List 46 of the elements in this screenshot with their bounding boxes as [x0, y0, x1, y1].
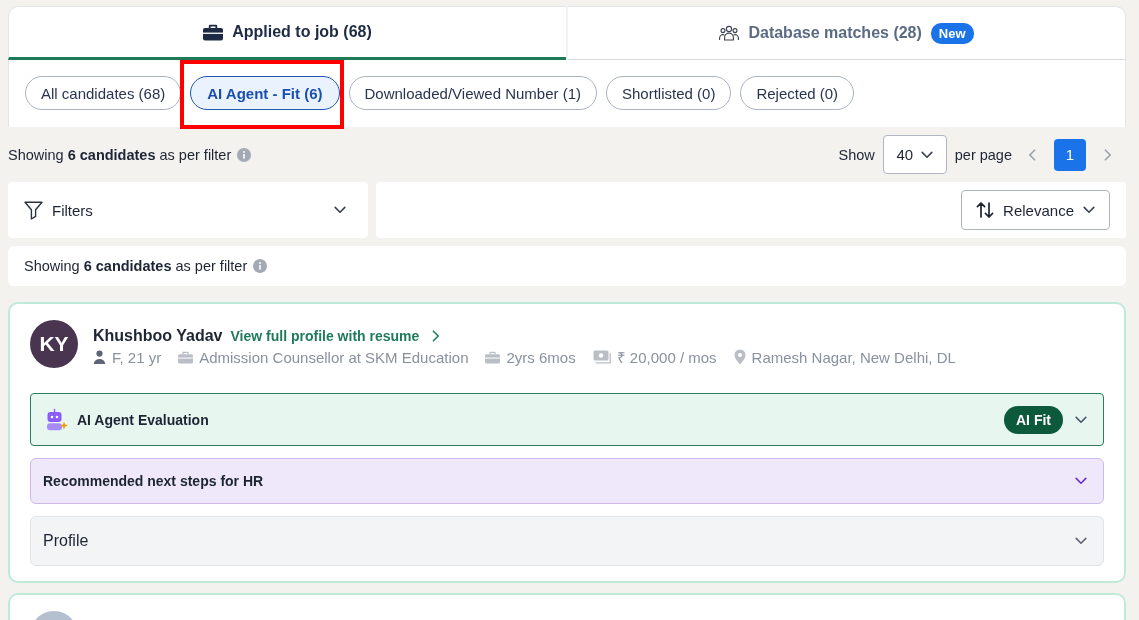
salary-text: ₹ 20,000 / mos: [616, 348, 717, 367]
sort-icon: [976, 201, 995, 219]
page-size-select[interactable]: 40: [882, 135, 947, 174]
avatar-placeholder: [35, 611, 73, 620]
filters-dropdown[interactable]: Filters: [8, 182, 368, 238]
result-count-text: Showing 6 candidates as per filter: [8, 146, 232, 163]
previous-page-icon[interactable]: [1028, 148, 1036, 161]
page-button[interactable]: 1: [1054, 138, 1086, 171]
briefcase-icon: [203, 23, 224, 41]
profile-accordion[interactable]: Profile: [30, 516, 1104, 566]
evaluation-accordion[interactable]: AI Agent Evaluation AI Fit: [30, 393, 1104, 446]
location-text: Ramesh Nagar, New Delhi, DL: [751, 348, 956, 366]
info-icon: [237, 147, 252, 162]
filter-chip[interactable]: AI Agent - Fit (6): [190, 76, 340, 110]
tab[interactable]: Applied to job (68): [8, 6, 566, 60]
initials-avatar: KY: [30, 320, 78, 368]
result-count-text: Showing 6 candidates as per filter: [24, 258, 248, 274]
per-page-label: per page: [954, 146, 1012, 163]
robot-sparkle-icon: [44, 407, 68, 432]
person-icon: [93, 350, 106, 364]
funnel-icon: [24, 200, 43, 220]
candidate-name: Khushboo Yadav: [93, 327, 223, 345]
sort-button[interactable]: Relevance: [961, 190, 1110, 230]
job-title-text: Admission Counsellor at SKM Education: [199, 348, 469, 366]
profile-link[interactable]: View full profile with resume: [230, 328, 441, 344]
next-page-icon[interactable]: [1104, 148, 1112, 161]
briefcase-icon: [485, 350, 501, 364]
experience-text: 2yrs 6mos: [506, 348, 576, 366]
tab[interactable]: Database matches (28) New: [568, 6, 1126, 60]
filter-chip[interactable]: All candidates (68): [25, 76, 182, 110]
location-pin-icon: [733, 349, 746, 365]
chevron-right-icon: [432, 330, 441, 342]
info-icon: [253, 259, 268, 273]
next-steps-accordion[interactable]: Recommended next steps for HR: [30, 458, 1104, 504]
cash-icon: [592, 350, 611, 364]
gender-age-text: F, 21 yr: [112, 348, 162, 366]
fit-badge: AI Fit: [1004, 405, 1063, 434]
people-icon: [719, 25, 740, 41]
filter-chip[interactable]: Shortlisted (0): [606, 76, 732, 110]
show-label: Show: [838, 146, 875, 163]
filter-chip[interactable]: Rejected (0): [740, 76, 855, 110]
filter-chip[interactable]: Downloaded/Viewed Number (1): [348, 76, 597, 110]
briefcase-icon: [178, 350, 194, 364]
chevron-down-icon: [921, 150, 934, 159]
new-badge: New: [930, 22, 974, 44]
chevron-down-icon: [1083, 206, 1095, 214]
